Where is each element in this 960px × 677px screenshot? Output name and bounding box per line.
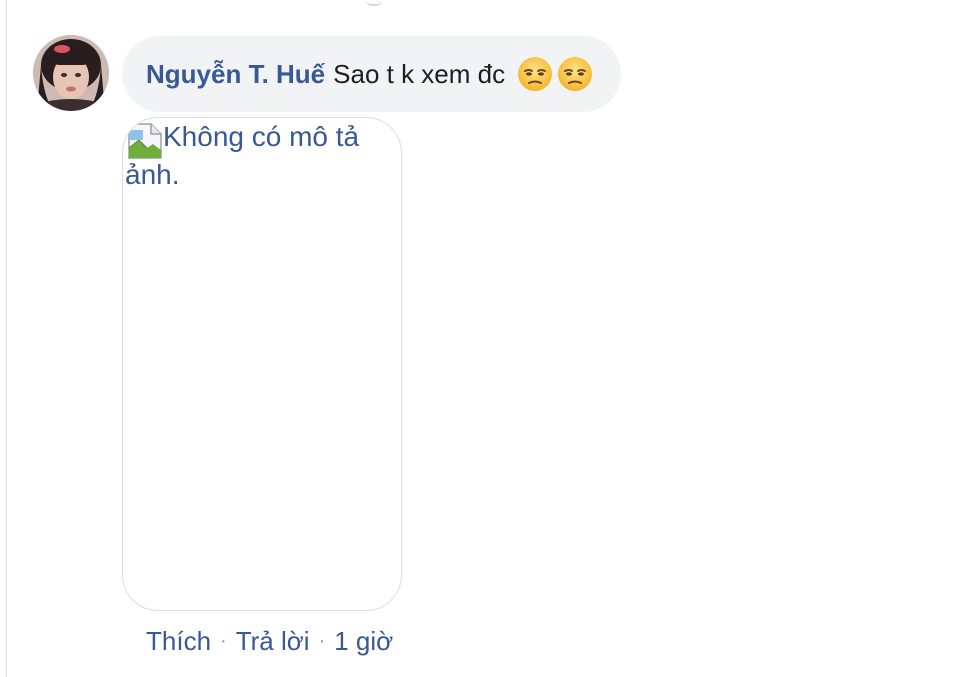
previous-comment-fragment	[366, 0, 382, 6]
comment-author-link[interactable]: Nguyễn T. Huế	[146, 59, 325, 90]
comment-bubble: Nguyễn T. Huế Sao t k xem đc	[122, 36, 622, 112]
comment-timestamp[interactable]: 1 giờ	[334, 626, 393, 657]
comment-actions: Thích · Trả lời · 1 giờ	[146, 626, 393, 657]
reply-button[interactable]: Trả lời	[236, 626, 310, 657]
emoji-group	[517, 56, 593, 92]
action-separator: ·	[220, 630, 227, 652]
comment-image-attachment[interactable]: Không có mô tả ảnh.	[122, 117, 402, 611]
unamused-face-icon	[557, 56, 593, 92]
thread-divider	[6, 0, 7, 677]
comment-text: Sao t k xem đc	[333, 58, 506, 89]
unamused-face-icon	[517, 56, 553, 92]
image-alt-text: Không có mô tả ảnh.	[125, 121, 360, 190]
avatar[interactable]	[33, 35, 109, 111]
action-separator: ·	[318, 630, 326, 652]
like-button[interactable]: Thích	[146, 626, 211, 657]
